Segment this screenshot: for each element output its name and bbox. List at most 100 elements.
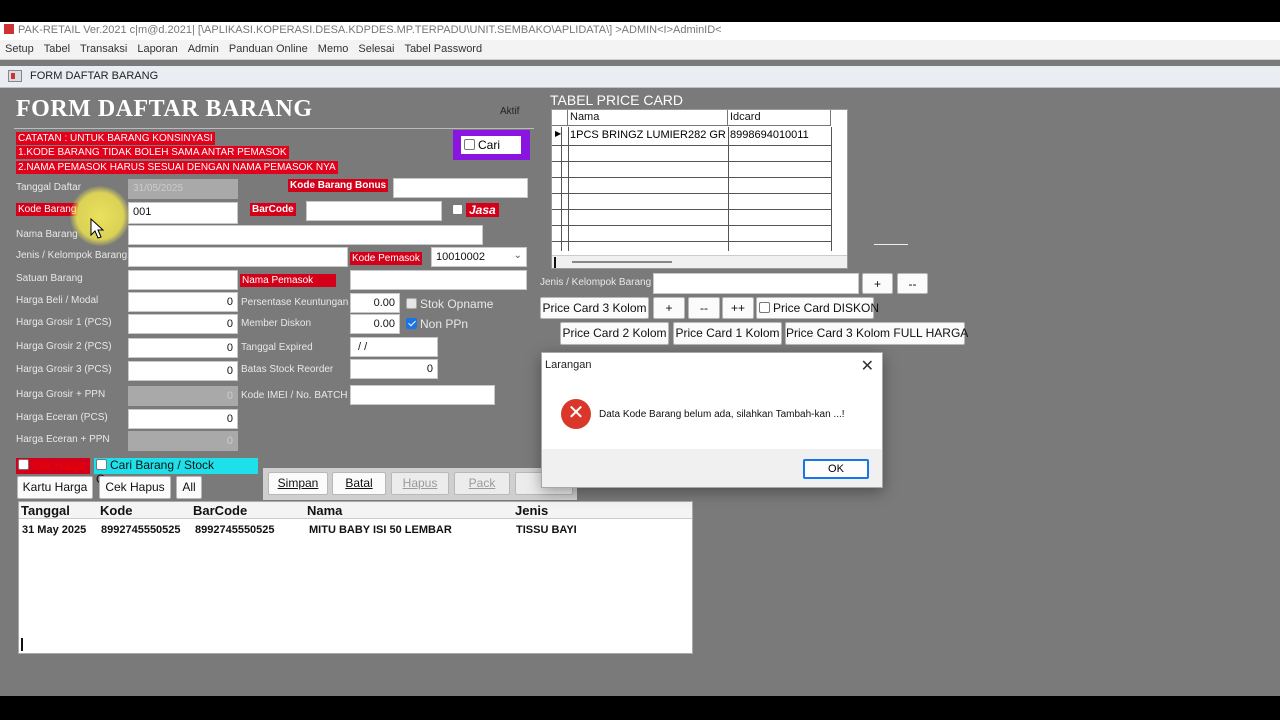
menu-selesai[interactable]: Selesai bbox=[353, 40, 399, 55]
harga-grosir-3-field[interactable]: 0 bbox=[128, 361, 238, 381]
label-jenis-kelompok-price: Jenis / Kelompok Barang bbox=[540, 277, 652, 288]
list-header-nama[interactable]: Nama bbox=[307, 503, 342, 518]
list-header-barcode[interactable]: BarCode bbox=[193, 503, 247, 518]
grid-cell-nama[interactable]: 1PCS BRINGZ LUMIER282 GR bbox=[570, 129, 728, 141]
scrollbar-thumb[interactable] bbox=[572, 261, 672, 263]
label-harga-grosir-2: Harga Grosir 2 (PCS) bbox=[16, 341, 112, 352]
pc3-plus-button[interactable]: + bbox=[653, 297, 685, 319]
menu-setup[interactable]: Setup bbox=[0, 40, 39, 55]
label-kode-barang-bonus: Kode Barang Bonus bbox=[288, 179, 389, 192]
note-line-2: 1.KODE BARANG TIDAK BOLEH SAMA ANTAR PEM… bbox=[16, 146, 289, 159]
aktif-label: Aktif bbox=[500, 106, 520, 117]
price-card-3-kolom-button[interactable]: Price Card 3 Kolom bbox=[540, 297, 649, 319]
harga-eceran-field[interactable]: 0 bbox=[128, 409, 238, 429]
dialog-title: Larangan bbox=[545, 359, 592, 371]
cek-harga-checkbox[interactable] bbox=[18, 459, 29, 470]
cari-barang-stock-checkbox[interactable] bbox=[96, 459, 107, 470]
price-card-2-kolom-button[interactable]: Price Card 2 Kolom bbox=[560, 322, 669, 345]
chevron-down-icon[interactable]: ⌄ bbox=[514, 250, 522, 261]
price-card-grid[interactable]: Nama Idcard ▶ 1PCS BRINGZ LUMIER282 GR 8… bbox=[551, 109, 848, 269]
list-header-jenis[interactable]: Jenis bbox=[515, 503, 548, 518]
item-list[interactable]: Tanggal Kode BarCode Nama Jenis 31 May 2… bbox=[18, 501, 693, 654]
batal-button[interactable]: Batal bbox=[332, 472, 386, 495]
persentase-keuntungan-field[interactable]: 0.00 bbox=[350, 293, 400, 313]
harga-grosir-1-field[interactable]: 0 bbox=[128, 314, 238, 334]
grid-line bbox=[552, 161, 832, 162]
form-icon bbox=[8, 70, 22, 82]
kode-barang-field[interactable]: 001 bbox=[128, 202, 238, 224]
cari-button[interactable]: Cari bbox=[461, 136, 521, 154]
pc3-minus-button[interactable]: -- bbox=[688, 297, 720, 319]
close-icon[interactable]: ✕ bbox=[861, 356, 874, 376]
cell-jenis: TISSU BAYI bbox=[516, 524, 577, 536]
label-harga-eceran-ppn: Harga Eceran + PPN bbox=[16, 434, 110, 445]
jasa-option[interactable]: Jasa bbox=[452, 203, 499, 217]
harga-beli-field[interactable]: 0 bbox=[128, 292, 238, 312]
kode-barang-bonus-field[interactable] bbox=[393, 178, 528, 198]
kartu-harga-button[interactable]: Kartu Harga bbox=[17, 476, 93, 499]
barcode-field[interactable] bbox=[306, 201, 442, 221]
pack-button[interactable]: Pack bbox=[454, 472, 510, 495]
menu-tabel[interactable]: Tabel bbox=[39, 40, 75, 55]
stok-opname-option[interactable]: Stok Opname bbox=[406, 297, 493, 311]
menu-transaksi[interactable]: Transaksi bbox=[75, 40, 132, 55]
non-ppn-option[interactable]: Non PPn bbox=[406, 317, 468, 331]
grid-header-nama[interactable]: Nama bbox=[568, 110, 728, 126]
list-header-kode[interactable]: Kode bbox=[100, 503, 133, 518]
menu-tabel-password[interactable]: Tabel Password bbox=[399, 40, 487, 55]
larangan-dialog: Larangan ✕ ✕ Data Kode Barang belum ada,… bbox=[541, 352, 883, 488]
kode-pemasok-select[interactable]: 10010002 ⌄ bbox=[431, 247, 527, 267]
list-scroll-marker bbox=[21, 638, 23, 651]
member-diskon-field[interactable]: 0.00 bbox=[350, 314, 400, 334]
all-button[interactable]: All bbox=[176, 476, 202, 499]
jasa-checkbox[interactable] bbox=[452, 204, 463, 215]
price-card-1-kolom-button[interactable]: Price Card 1 Kolom bbox=[673, 322, 782, 345]
hapus-button[interactable]: Hapus bbox=[391, 472, 449, 495]
nama-barang-field[interactable] bbox=[128, 225, 483, 245]
label-harga-grosir-3: Harga Grosir 3 (PCS) bbox=[16, 364, 112, 375]
jenis-kelompok-field[interactable] bbox=[128, 247, 348, 267]
price-card-diskon-label: Price Card DISKON bbox=[773, 301, 880, 315]
grid-cell-idcard[interactable]: 8998694010011 bbox=[730, 129, 809, 141]
cek-harga-option[interactable]: Cek Harga bbox=[16, 458, 90, 474]
title-divider bbox=[14, 128, 534, 129]
grid-line bbox=[552, 177, 832, 178]
form-title: FORM DAFTAR BARANG bbox=[16, 96, 313, 122]
mouse-pointer-icon bbox=[90, 218, 105, 239]
price-card-diskon-option[interactable]: Price Card DISKON bbox=[756, 297, 879, 319]
kode-imei-field[interactable] bbox=[350, 385, 495, 405]
satuan-barang-field[interactable] bbox=[128, 270, 238, 290]
grid-header-idcard[interactable]: Idcard bbox=[728, 110, 831, 126]
tanggal-daftar-field[interactable]: 31/05/2025 bbox=[128, 179, 238, 199]
table-row[interactable]: 31 May 2025 8992745550525 8992745550525 … bbox=[19, 524, 692, 540]
nama-pemasok-field[interactable] bbox=[350, 270, 527, 290]
grid-horizontal-scrollbar[interactable] bbox=[552, 255, 847, 268]
menu-memo[interactable]: Memo bbox=[313, 40, 354, 55]
list-header-tanggal[interactable]: Tanggal bbox=[21, 503, 70, 518]
simpan-button[interactable]: Simpan bbox=[268, 472, 328, 495]
pc3-plusplus-button[interactable]: ++ bbox=[722, 297, 754, 319]
ok-button[interactable]: OK bbox=[803, 459, 869, 479]
non-ppn-checkbox[interactable] bbox=[406, 318, 417, 329]
cell-nama: MITU BABY ISI 50 LEMBAR bbox=[309, 524, 452, 536]
menu-admin[interactable]: Admin bbox=[183, 40, 224, 55]
harga-grosir-2-field[interactable]: 0 bbox=[128, 338, 238, 358]
jenis-minus-button[interactable]: -- bbox=[897, 273, 928, 294]
price-card-jenis-field[interactable] bbox=[653, 273, 859, 294]
label-jenis-kelompok: Jenis / Kelompok Barang bbox=[16, 250, 128, 261]
cek-hapus-button[interactable]: Cek Hapus bbox=[99, 476, 171, 499]
price-card-3-kolom-full-button[interactable]: Price Card 3 Kolom FULL HARGA bbox=[785, 322, 968, 345]
stok-opname-checkbox[interactable] bbox=[406, 298, 417, 309]
menu-panduan-online[interactable]: Panduan Online bbox=[224, 40, 313, 55]
app-icon bbox=[4, 24, 14, 34]
batas-stock-field[interactable]: 0 bbox=[350, 359, 438, 379]
price-card-diskon-checkbox[interactable] bbox=[759, 302, 770, 313]
cari-barang-stock-option[interactable]: Cari Barang / Stock Opname bbox=[94, 458, 258, 486]
label-nama-pemasok: Nama Pemasok bbox=[240, 274, 336, 287]
menu-laporan[interactable]: Laporan bbox=[132, 40, 182, 55]
tanggal-expired-field[interactable]: / / bbox=[350, 337, 438, 357]
jenis-plus-button[interactable]: + bbox=[862, 273, 893, 294]
stok-opname-label: Stok Opname bbox=[420, 297, 494, 311]
harga-grosir-ppn-field: 0 bbox=[128, 386, 238, 406]
error-icon: ✕ bbox=[561, 399, 591, 429]
